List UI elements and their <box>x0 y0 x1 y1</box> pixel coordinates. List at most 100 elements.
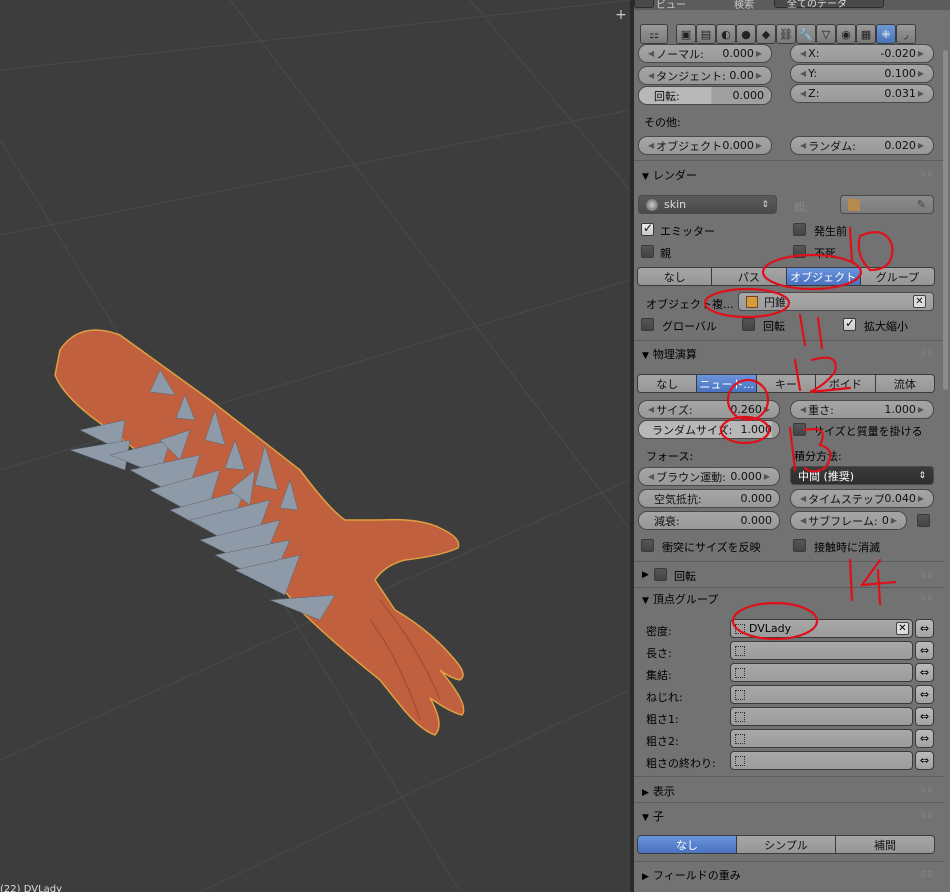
drag-field[interactable]: 空気抵抗: 0.000 <box>638 489 780 508</box>
z-field[interactable]: ◀ Z: 0.031 ▶ <box>790 84 934 103</box>
vg-rough1-invert-button[interactable]: ⇔ <box>915 707 934 726</box>
drag-handle-icon[interactable]: ⠿⠿ <box>920 170 934 179</box>
vg-clump-field[interactable] <box>730 663 913 682</box>
vg-clump-invert-button[interactable]: ⇔ <box>915 663 934 682</box>
size-field[interactable]: ◀ サイズ: 0.260 ▶ <box>638 400 780 419</box>
children-panel-header[interactable]: ▼ 子 <box>642 808 664 824</box>
render-mode-none[interactable]: なし <box>638 268 713 285</box>
render-mode-group[interactable]: グループ <box>860 268 934 285</box>
world-tab-icon[interactable]: ● <box>736 24 756 44</box>
die-on-hit-checkbox[interactable] <box>793 539 806 552</box>
vg-rough2-field[interactable] <box>730 729 913 748</box>
physics-type-boids[interactable]: ボイド <box>816 375 876 392</box>
context-tabs: ⚏ ▣ ▤ ◐ ● ◆ ⛓ 🔧 ▽ ◉ ▦ ⁜ ◞ <box>634 10 950 44</box>
rotation-panel-checkbox[interactable] <box>654 568 667 581</box>
clear-icon[interactable]: ✕ <box>896 622 909 635</box>
vertex-groups-panel-header[interactable]: ▼ 頂点グループ <box>642 591 718 607</box>
physics-type-none[interactable]: なし <box>638 375 698 392</box>
physics-panel-header[interactable]: ▼ 物理演算 <box>642 346 697 362</box>
global-checkbox[interactable] <box>641 318 654 331</box>
add-region-icon[interactable]: + <box>614 8 628 22</box>
drag-handle-icon[interactable]: ⠿⠿ <box>920 870 934 879</box>
texture-tab-icon[interactable]: ▦ <box>856 24 876 44</box>
vg-density-field[interactable]: DVLady ✕ <box>730 619 913 638</box>
vg-rough1-field[interactable] <box>730 707 913 726</box>
children-type-simple[interactable]: シンプル <box>737 836 836 853</box>
mass-field[interactable]: ◀ 重さ: 1.000 ▶ <box>790 400 934 419</box>
adaptive-subframes-checkbox[interactable] <box>917 514 930 527</box>
drag-handle-icon[interactable]: ⠿⠿ <box>920 786 934 795</box>
emitter-checkbox[interactable] <box>641 221 654 236</box>
vg-rough-end-invert-button[interactable]: ⇔ <box>915 751 934 770</box>
vg-length-field[interactable] <box>730 641 913 660</box>
vg-rough2-invert-button[interactable]: ⇔ <box>915 729 934 748</box>
vg-rough-end-field[interactable] <box>730 751 913 770</box>
layers-tab-icon[interactable]: ▤ <box>696 24 716 44</box>
y-field[interactable]: ◀ Y: 0.100 ▶ <box>790 64 934 83</box>
rotation-label: 回転 <box>763 320 785 333</box>
drag-handle-icon[interactable]: ⠿⠿ <box>920 349 934 358</box>
material-select[interactable]: skin ⇕ <box>638 195 777 214</box>
vg-kink-invert-button[interactable]: ⇔ <box>915 685 934 704</box>
pre-birth-checkbox[interactable] <box>793 223 806 236</box>
material-tab-icon[interactable]: ◉ <box>836 24 856 44</box>
object-tab-icon[interactable]: ◆ <box>756 24 776 44</box>
children-type-none[interactable]: なし <box>638 836 737 853</box>
physics-type-newtonian[interactable]: ニュート... <box>697 375 757 392</box>
x-field[interactable]: ◀ X: -0.020 ▶ <box>790 44 934 63</box>
particles-tab-icon[interactable]: ⁜ <box>876 24 896 44</box>
eyedropper-icon[interactable]: ✎ <box>917 198 926 211</box>
vg-kink-field[interactable] <box>730 685 913 704</box>
physics-type-keyed[interactable]: キー <box>756 375 817 392</box>
tangent-field[interactable]: ◀ タンジェント: 0.00 ▶ <box>638 66 772 85</box>
physics-header-label: 物理演算 <box>652 348 697 361</box>
timestep-field[interactable]: ◀ タイムステップ: 0.040 ▶ <box>790 489 934 508</box>
vg-length-invert-button[interactable]: ⇔ <box>915 641 934 660</box>
normal-field[interactable]: ◀ ノーマル: 0.000 ▶ <box>638 44 772 63</box>
brownian-field[interactable]: ◀ ブラウン運動: 0.000 ▶ <box>638 467 780 486</box>
drag-handle-icon[interactable]: ⠿⠿ <box>920 571 934 580</box>
physics-type-fluid[interactable]: 流体 <box>875 375 934 392</box>
damp-field[interactable]: 減衰: 0.000 <box>638 511 780 530</box>
editor-type-button[interactable] <box>634 0 654 8</box>
clear-icon[interactable]: ✕ <box>913 295 926 308</box>
dupli-object-field[interactable]: 円錐 ✕ <box>738 292 934 311</box>
multiply-mass-checkbox[interactable] <box>793 423 806 436</box>
dead-checkbox[interactable] <box>793 245 806 258</box>
render-tab-icon[interactable]: ▣ <box>676 24 696 44</box>
3d-viewport[interactable]: + (22) DVLady <box>0 0 630 892</box>
data-tab-icon[interactable]: ▽ <box>816 24 836 44</box>
parent-checkbox[interactable] <box>641 245 654 258</box>
size-deflect-checkbox[interactable] <box>641 539 654 552</box>
filter-select[interactable]: 全てのデータ <box>774 0 884 10</box>
subframes-label: サブフレーム: <box>808 514 878 528</box>
drag-handle-icon[interactable]: ⠿⠿ <box>920 811 934 820</box>
scene-tab-icon[interactable]: ◐ <box>716 24 736 44</box>
rotation-factor-field[interactable]: 回転: 0.000 <box>638 86 772 105</box>
vg-density-label: 密度: <box>646 625 672 638</box>
rotation-checkbox[interactable] <box>742 318 755 331</box>
render-mode-object[interactable]: オブジェクト <box>786 268 861 285</box>
physics-tab-icon[interactable]: ◞ <box>896 24 916 44</box>
drag-handle-icon[interactable]: ⠿⠿ <box>920 594 934 603</box>
panel-scrollbar[interactable] <box>943 40 948 892</box>
integration-select[interactable]: 中間 (推奨) ⇕ <box>790 466 934 485</box>
scale-checkbox[interactable] <box>843 316 856 331</box>
constraints-tab-icon[interactable]: ⛓ <box>776 24 796 44</box>
expanded-triangle-icon: ▼ <box>642 596 649 606</box>
vg-density-invert-button[interactable]: ⇔ <box>915 619 934 638</box>
subframes-field[interactable]: ◀ サブフレーム: 0 ▶ <box>790 511 907 530</box>
modifiers-tab-icon[interactable]: 🔧 <box>796 24 816 44</box>
render-panel-header[interactable]: ▼ レンダー <box>642 167 697 183</box>
random-velocity-field[interactable]: ◀ ランダム: 0.020 ▶ <box>790 136 934 155</box>
pin-icon[interactable]: ⚏ <box>640 24 668 44</box>
render-mode-path[interactable]: パス <box>712 268 787 285</box>
parent-object-field[interactable]: ✎ <box>840 195 934 214</box>
object-velocity-field[interactable]: ◀ オブジェクト: 0.000 ▶ <box>638 136 772 155</box>
children-type-interpolated[interactable]: 補間 <box>836 836 934 853</box>
rotation-panel-header[interactable]: ▶ <box>642 567 653 580</box>
display-panel-header[interactable]: ▶ 表示 <box>642 783 675 799</box>
timestep-label: タイムステップ: <box>808 492 885 506</box>
field-weights-panel-header[interactable]: ▶ フィールドの重み <box>642 867 741 883</box>
random-size-field[interactable]: ランダムサイズ: 1.000 <box>638 420 780 439</box>
